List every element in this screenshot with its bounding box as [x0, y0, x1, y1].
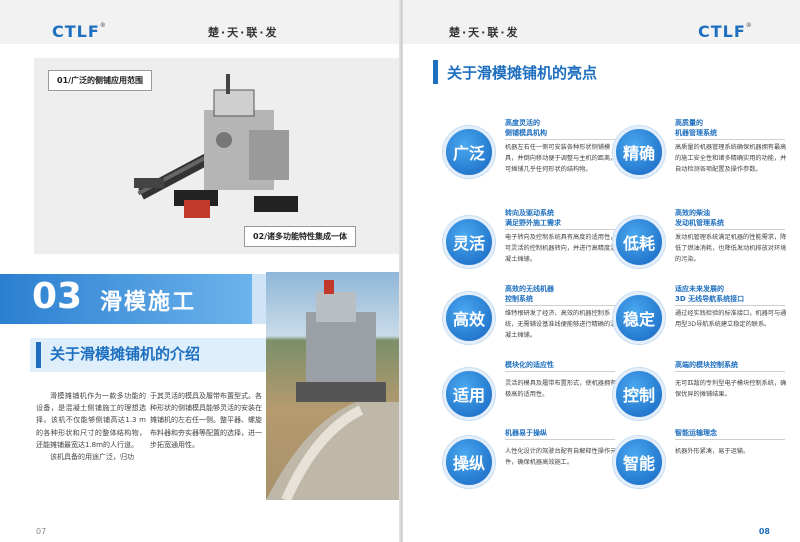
feature-description: 通过经实践检验的标准接口，机器可与通用型3D导航系统建立稳定的联系。	[675, 310, 787, 328]
feature-card: 控制 高端的模块控制系统 无可匹敌的专利型电子模块控制系统，确保优异的摊铺结果。	[613, 360, 793, 426]
feature-badge: 适用	[443, 368, 495, 420]
slipform-paver-photo: 01/广泛的侧铺应用范围 02/诸多功能特性集成一体	[34, 58, 400, 254]
feature-title: 模块化的适应性	[505, 361, 554, 369]
feature-title: 高质量的 机器管理系统	[675, 119, 717, 137]
feature-description: 机器外形紧凑，易于运输。	[675, 448, 750, 455]
left-header: CTLF® 楚·天·联·发	[0, 0, 400, 44]
feature-card: 广泛 高度灵活的 侧铺模具机构 机器左右任一侧可安装各种形状侧铺模具，并倒向移动…	[443, 118, 623, 184]
feature-card: 稳定 适应未来发展的 3D 无线导航系统接口 通过经实践检验的标准接口，机器可与…	[613, 284, 793, 350]
divider	[505, 139, 615, 140]
feature-title: 高端的模块控制系统	[675, 361, 738, 369]
feature-card: 操纵 机器易于操纵 人性化设计的驾驶台配有自解释性操作元件，确保机器高效施工。	[443, 428, 623, 494]
divider	[505, 229, 615, 230]
feature-badge: 低耗	[613, 216, 665, 268]
feature-description: 机器左右任一侧可安装各种形状侧铺模具，并倒向移动便于调整与主机的距离，可摊铺几乎…	[505, 144, 617, 173]
paragraph: 该机具备的用途广泛，归功	[50, 453, 134, 462]
body-column-1: 滑模摊铺机作为一款多功能的设备，是混凝土侧铺施工的理想选择。该机不仅能够侧铺高达…	[36, 390, 146, 463]
page-number-right: 08	[758, 527, 770, 536]
title-bar	[433, 60, 438, 84]
feature-badge: 灵活	[443, 216, 495, 268]
page-number-left: 07	[36, 527, 47, 536]
slipform-paver-illustration	[134, 74, 298, 218]
feature-description: 发动机管理系统满足机器的性能需求，降低了燃油消耗，也降低发动机排放对环境的污染。	[675, 234, 787, 263]
divider	[505, 305, 615, 306]
label-application-range: 01/广泛的侧铺应用范围	[48, 70, 153, 91]
highlights-title: 关于滑模摊铺机的亮点	[447, 64, 598, 82]
paver-on-site-illustration	[266, 280, 400, 500]
divider	[505, 439, 615, 440]
feature-title: 机器易于操纵	[505, 429, 547, 437]
feature-description: 人性化设计的驾驶台配有自解释性操作元件，确保机器高效施工。	[505, 448, 617, 466]
divider	[675, 371, 785, 372]
divider	[675, 439, 785, 440]
feature-description: 高质量的机器管理系统确保机器拥有最高的施工安全性和诸多精确实用的功能，并自动检测…	[675, 144, 787, 173]
feature-title: 智能运输理念	[675, 429, 717, 437]
feature-badge: 智能	[613, 436, 665, 488]
divider	[675, 229, 785, 230]
feature-badge: 操纵	[443, 436, 495, 488]
feature-card: 适用 模块化的适应性 灵活的模具及履带布置形式，使机器拥有极高的适用性。	[443, 360, 623, 426]
feature-badge: 广泛	[443, 126, 495, 178]
feature-card: 智能 智能运输理念 机器外形紧凑，易于运输。	[613, 428, 793, 494]
divider	[505, 371, 615, 372]
feature-title: 适应未来发展的 3D 无线导航系统接口	[675, 285, 745, 303]
subheading: 关于滑模摊铺机的介绍	[50, 345, 201, 363]
feature-description: 灵活的模具及履带布置形式，使机器拥有极高的适用性。	[505, 380, 617, 398]
feature-description: 电子转向及控制系统具有高度的适用性，可灵活的控制机器转向，并进行高精度混凝土摊铺…	[505, 234, 617, 263]
feature-description: 维特根研发了经济、高效的机器控制系统，无需辅设基准线便能够进行精确的混凝土摊铺。	[505, 310, 617, 339]
left-page: CTLF® 楚·天·联·发 01/广泛的侧铺应用范围 02/诸多功能特性集成一体…	[0, 0, 400, 542]
feature-badge: 稳定	[613, 292, 665, 344]
label-integrated-features: 02/诸多功能特性集成一体	[244, 226, 357, 247]
body-column-2: 于其灵活的模具及履带布置型式。各种形状的侧铺模具能够灵活的安装在摊铺机的左右任一…	[150, 390, 262, 451]
feature-card: 低耗 高效的柴油 发动机管理系统 发动机管理系统满足机器的性能需求，降低了燃油消…	[613, 208, 793, 274]
feature-badge: 高效	[443, 292, 495, 344]
feature-title: 高效的无线机器 控制系统	[505, 285, 554, 303]
ctlf-logo: CTLF®	[52, 22, 107, 41]
subheading-bar	[36, 342, 41, 368]
feature-description: 无可匹敌的专利型电子模块控制系统，确保优异的摊铺结果。	[675, 380, 787, 398]
divider	[675, 305, 785, 306]
section-banner-accent	[252, 274, 266, 324]
feature-title: 高度灵活的 侧铺模具机构	[505, 119, 547, 137]
feature-card: 灵活 转向及驱动系统 满足野外施工需求 电子转向及控制系统具有高度的适用性，可灵…	[443, 208, 623, 274]
section-title: 滑模施工	[100, 290, 197, 315]
feature-badge: 控制	[613, 368, 665, 420]
feature-card: 精确 高质量的 机器管理系统 高质量的机器管理系统确保机器拥有最高的施工安全性和…	[613, 118, 793, 184]
feature-title: 高效的柴油 发动机管理系统	[675, 209, 724, 227]
slogan: 楚·天·联·发	[449, 26, 520, 39]
section-number: 03	[32, 276, 83, 317]
paragraph: 滑模摊铺机作为一款多功能的设备，是混凝土侧铺施工的理想选择。该机不仅能够侧铺高达…	[36, 392, 146, 449]
feature-badge: 精确	[613, 126, 665, 178]
right-page: 楚·天·联·发 CTLF® 关于滑模摊铺机的亮点 广泛 高度灵活的 侧铺模具机构…	[403, 0, 800, 542]
right-header: 楚·天·联·发 CTLF®	[403, 0, 800, 44]
ctlf-logo: CTLF®	[698, 22, 753, 41]
feature-card: 高效 高效的无线机器 控制系统 维特根研发了经济、高效的机器控制系统，无需辅设基…	[443, 284, 623, 350]
divider	[675, 139, 785, 140]
paragraph: 于其灵活的模具及履带布置型式。各种形状的侧铺模具能够灵活的安装在摊铺机的左右任一…	[150, 392, 262, 449]
slogan: 楚·天·联·发	[208, 26, 279, 39]
feature-title: 转向及驱动系统 满足野外施工需求	[505, 209, 561, 227]
construction-site-photo	[266, 272, 400, 500]
